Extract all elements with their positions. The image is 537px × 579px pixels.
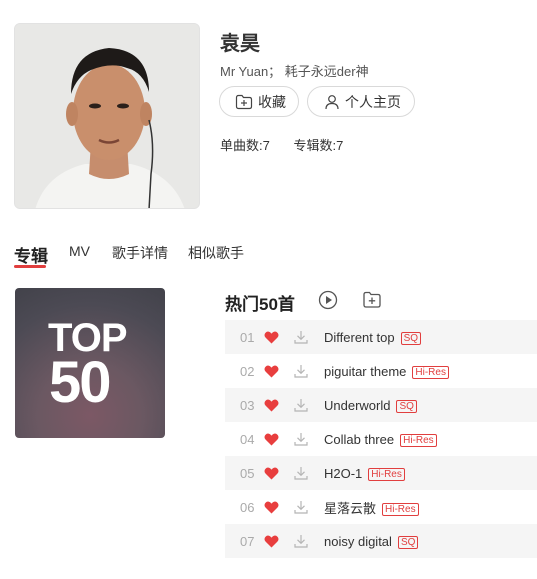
song-number: 04	[240, 431, 255, 447]
song-title[interactable]: Underworld SQ	[324, 398, 417, 413]
homepage-label: 个人主页	[345, 93, 401, 110]
song-title[interactable]: 星落云散 Hi-Res	[324, 498, 419, 517]
song-title-text: 星落云散	[324, 500, 377, 516]
homepage-button[interactable]: 个人主页	[307, 86, 415, 117]
quality-badge: SQ	[396, 399, 417, 413]
song-number: 01	[240, 329, 255, 345]
song-number: 05	[240, 465, 255, 481]
song-row[interactable]: 03 Underworld SQ	[225, 388, 537, 422]
song-row[interactable]: 06 星落云散 Hi-Res	[225, 490, 537, 524]
active-tab-indicator	[14, 265, 46, 268]
tab-similar-artists[interactable]: 相似歌手	[188, 243, 244, 263]
download-icon[interactable]	[293, 397, 309, 413]
song-title-text: piguitar theme	[324, 363, 407, 379]
tab-mv[interactable]: MV	[69, 243, 90, 259]
song-title[interactable]: Different top SQ	[324, 329, 422, 345]
song-row[interactable]: 04 Collab three Hi-Res	[225, 422, 537, 456]
song-row[interactable]: 05 H2O-1 Hi-Res	[225, 456, 537, 490]
song-title[interactable]: Collab three Hi-Res	[324, 432, 437, 447]
artist-stats: 单曲数:7 专辑数:7	[220, 135, 363, 154]
heart-icon[interactable]	[264, 433, 279, 446]
song-title[interactable]: noisy digital SQ	[324, 533, 419, 549]
song-title[interactable]: piguitar theme Hi-Res	[324, 364, 449, 379]
download-icon[interactable]	[293, 431, 309, 447]
song-list: 01 Different top SQ 02 piguitar theme Hi-Res 0…	[225, 320, 537, 558]
song-number: 03	[240, 397, 255, 413]
heart-icon[interactable]	[264, 501, 279, 514]
song-row[interactable]: 02 piguitar theme Hi-Res	[225, 354, 537, 388]
download-icon[interactable]	[293, 499, 309, 515]
song-title-text: H2O-1	[324, 465, 363, 481]
song-number: 02	[240, 363, 255, 379]
quality-badge: Hi-Res	[382, 502, 419, 516]
download-icon[interactable]	[293, 465, 309, 481]
song-title-text: Collab three	[324, 431, 395, 447]
song-row[interactable]: 01 Different top SQ	[225, 320, 537, 354]
play-icon[interactable]	[318, 290, 338, 310]
add-icon[interactable]	[362, 290, 382, 310]
download-icon[interactable]	[293, 533, 309, 549]
heart-icon[interactable]	[264, 331, 279, 344]
singles-count: 单曲数:7	[220, 138, 270, 153]
hot-songs-title: 热门50首	[225, 295, 295, 314]
tab-artist-details[interactable]: 歌手详情	[112, 243, 168, 263]
song-title-text: Underworld	[324, 397, 391, 413]
add-folder-icon	[235, 94, 253, 109]
quality-badge: Hi-Res	[368, 467, 405, 481]
collect-label: 收藏	[258, 93, 286, 110]
quality-badge: Hi-Res	[412, 365, 449, 379]
top50-cover[interactable]: TOP 50	[15, 288, 165, 438]
albums-count: 专辑数:7	[293, 138, 344, 153]
song-number: 07	[240, 533, 255, 549]
collect-button[interactable]: 收藏	[219, 86, 299, 117]
artist-aliases: Mr Yuan； 耗子永远der神	[220, 64, 369, 79]
download-icon[interactable]	[293, 363, 309, 379]
heart-icon[interactable]	[264, 535, 279, 548]
song-number: 06	[240, 499, 255, 515]
song-row[interactable]: 07 noisy digital SQ	[225, 524, 537, 558]
user-icon	[325, 94, 339, 109]
song-title[interactable]: H2O-1 Hi-Res	[324, 466, 405, 481]
tab-albums[interactable]: 专辑	[14, 242, 48, 267]
cover-text-50: 50	[49, 350, 111, 415]
download-icon[interactable]	[293, 329, 309, 345]
quality-badge: Hi-Res	[400, 433, 437, 447]
quality-badge: SQ	[400, 331, 422, 345]
artist-name: 袁昊	[220, 33, 260, 55]
song-title-text: Different top	[324, 329, 395, 345]
quality-badge: SQ	[397, 535, 419, 549]
heart-icon[interactable]	[264, 399, 279, 412]
artist-avatar	[14, 23, 200, 209]
heart-icon[interactable]	[264, 365, 279, 378]
song-title-text: noisy digital	[324, 533, 392, 549]
heart-icon[interactable]	[264, 467, 279, 480]
